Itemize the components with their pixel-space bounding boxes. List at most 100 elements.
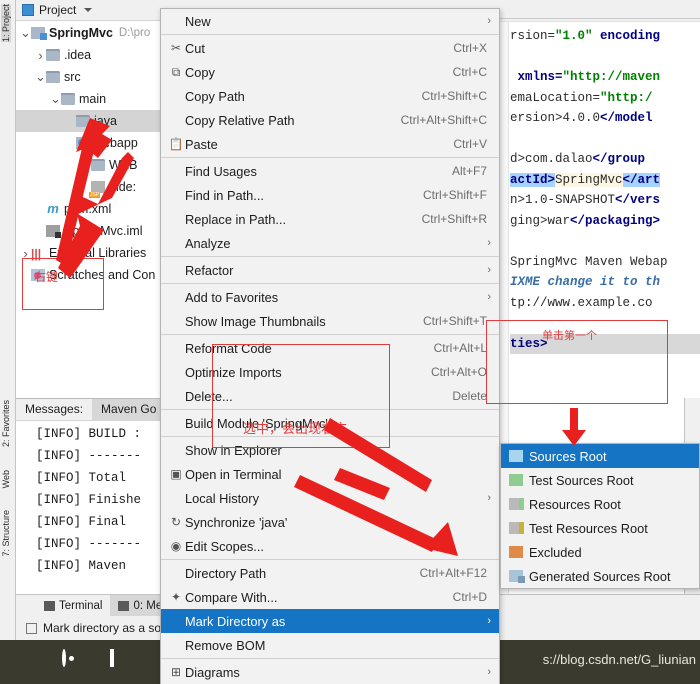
menu-item-edit-scopes[interactable]: ◉ Edit Scopes... — [161, 534, 499, 558]
messages-tab[interactable]: Maven Go — [92, 399, 166, 420]
bottom-tab-label: Terminal — [59, 599, 103, 612]
menu-item-label: Open in Terminal — [185, 466, 282, 482]
menu-item-copy[interactable]: ⧉ Copy Ctrl+C — [161, 60, 499, 84]
left-tool-window-strip: 1: Project 2: Favorites Web 7: Structure — [0, 0, 16, 640]
windows-start-icon[interactable] — [14, 651, 36, 673]
menu-item-synchronize-java[interactable]: ↻ Synchronize 'java' — [161, 510, 499, 534]
menu-item-shortcut: Ctrl+X — [453, 41, 487, 55]
task-view-icon[interactable] — [110, 649, 132, 673]
messages-tab[interactable]: Messages: — [16, 399, 92, 420]
menu-item-shortcut: Ctrl+Alt+L — [433, 341, 487, 355]
submenu-item-label: Sources Root — [529, 448, 607, 464]
code-token: SpringMvc — [555, 172, 623, 187]
code-token: actId> — [510, 172, 556, 187]
menu-item-label: Replace in Path... — [185, 211, 287, 227]
menu-item-label: Refactor — [185, 262, 234, 278]
menu-item-delete[interactable]: Delete... Delete — [161, 384, 499, 408]
code-token: d> — [510, 152, 526, 166]
code-token: IXME change it to th — [510, 275, 661, 289]
chevron-right-icon: › — [487, 492, 491, 504]
menu-item-compare-with[interactable]: ✦ Compare With... Ctrl+D — [161, 585, 499, 609]
chevron-right-icon[interactable]: › — [20, 246, 31, 261]
menu-item-optimize-imports[interactable]: Optimize Imports Ctrl+Alt+O — [161, 360, 499, 384]
chevron-right-icon[interactable]: › — [35, 48, 46, 63]
diagram-icon: ⊞ — [170, 665, 182, 679]
submenu-item-test-sources-root[interactable]: Test Sources Root — [501, 468, 699, 492]
menu-item-find-usages[interactable]: Find Usages Alt+F7 — [161, 159, 499, 183]
bottom-tab-terminal[interactable]: Terminal — [36, 595, 110, 616]
menu-item-local-history[interactable]: Local History › — [161, 486, 499, 510]
sidebar-item-structure[interactable]: 7: Structure — [1, 510, 11, 557]
menu-item-shortcut: Ctrl+V — [453, 137, 487, 151]
chevron-right-icon[interactable]: › — [80, 158, 91, 173]
menu-item-directory-path[interactable]: Directory Path Ctrl+Alt+F12 — [161, 561, 499, 585]
submenu-item-resources-root[interactable]: Resources Root — [501, 492, 699, 516]
project-panel-title: Project — [39, 3, 77, 17]
menu-item-replace-in-path[interactable]: Replace in Path... Ctrl+Shift+R — [161, 207, 499, 231]
menu-item-show-in-explorer[interactable]: Show in Explorer — [161, 438, 499, 462]
chevron-down-icon[interactable]: ⌄ — [50, 91, 61, 107]
menu-item-show-image-thumbnails[interactable]: Show Image Thumbnails Ctrl+Shift+T — [161, 309, 499, 333]
excluded-icon — [509, 546, 523, 558]
menu-item-analyze[interactable]: Analyze › — [161, 231, 499, 255]
submenu-item-generated-sources-root[interactable]: Generated Sources Root — [501, 564, 699, 588]
cortana-icon[interactable] — [62, 649, 84, 673]
code-token: 1.0-SNAPSHOT — [525, 193, 616, 207]
submenu-item-test-resources-root[interactable]: Test Resources Root — [501, 516, 699, 540]
menu-separator — [161, 256, 499, 257]
submenu-item-label: Excluded — [529, 544, 582, 560]
menu-item-label: Show Image Thumbnails — [185, 313, 326, 329]
chevron-down-icon[interactable]: ⌄ — [20, 25, 31, 41]
sync-icon: ↻ — [170, 515, 182, 529]
sidebar-item-project[interactable]: 1: Project — [1, 4, 11, 43]
menu-item-label: Delete... — [185, 388, 233, 404]
menu-item-find-in-path[interactable]: Find in Path... Ctrl+Shift+F — [161, 183, 499, 207]
code-line: xmlns="http://maven — [510, 67, 700, 88]
menu-item-label: Synchronize 'java' — [185, 514, 288, 530]
sidebar-item-favorites[interactable]: 2: Favorites — [1, 400, 11, 447]
submenu-item-sources-root[interactable]: Sources Root — [501, 444, 699, 468]
status-bar-text: Mark directory as a sou — [43, 621, 168, 635]
menu-item-new[interactable]: New › — [161, 9, 499, 33]
menu-item-remove-bom[interactable]: Remove BOM — [161, 633, 499, 657]
chevron-down-icon[interactable]: ⌄ — [35, 69, 46, 85]
menu-item-add-to-favorites[interactable]: Add to Favorites › — [161, 285, 499, 309]
code-token: emaLocation= — [510, 90, 601, 105]
menu-item-refactor[interactable]: Refactor › — [161, 258, 499, 282]
resources-root-icon — [509, 498, 524, 510]
annotation-text-first-item: 单击第一个 — [542, 329, 597, 342]
menu-item-label: Paste — [185, 136, 218, 152]
messages-icon — [118, 600, 130, 611]
annotation-text-right-click: 右键 — [34, 270, 59, 284]
iml-file-icon — [46, 225, 61, 238]
code-token: encoding — [592, 29, 661, 43]
menu-item-open-in-terminal[interactable]: ▣ Open in Terminal — [161, 462, 499, 486]
code-token: ging> — [510, 213, 548, 228]
menu-item-copy-relative-path[interactable]: Copy Relative Path Ctrl+Alt+Shift+C — [161, 108, 499, 132]
code-token: </packaging> — [570, 213, 661, 228]
libraries-icon — [31, 247, 45, 259]
code-line: ging>war</packaging> — [510, 211, 700, 232]
code-token: "1.0" — [555, 29, 593, 43]
tree-node-label: main — [79, 92, 107, 106]
sidebar-item-web[interactable]: Web — [1, 470, 11, 488]
folder-icon — [76, 115, 90, 127]
menu-item-shortcut: Alt+F7 — [451, 164, 487, 178]
menu-item-copy-path[interactable]: Copy Path Ctrl+Shift+C — [161, 84, 499, 108]
folder-icon — [91, 159, 105, 171]
submenu-item-excluded[interactable]: Excluded — [501, 540, 699, 564]
menu-separator — [161, 658, 499, 659]
menu-item-mark-directory-as[interactable]: Mark Directory as › — [161, 609, 499, 633]
test-sources-root-icon — [509, 474, 523, 486]
menu-item-cut[interactable]: ✂ Cut Ctrl+X — [161, 36, 499, 60]
code-line: rsion="1.0" encoding — [510, 26, 700, 47]
menu-item-reformat-code[interactable]: Reformat Code Ctrl+Alt+L — [161, 336, 499, 360]
menu-item-diagrams[interactable]: ⊞ Diagrams › — [161, 660, 499, 684]
editor-code-area[interactable]: rsion="1.0" encoding xmlns="http://maven… — [510, 26, 700, 375]
chevron-right-icon: › — [487, 615, 491, 627]
chevron-down-icon[interactable] — [84, 8, 93, 12]
menu-item-label: New — [185, 13, 211, 29]
menu-item-paste[interactable]: 📋 Paste Ctrl+V — [161, 132, 499, 156]
tree-node-label: pom.xml — [64, 202, 112, 216]
